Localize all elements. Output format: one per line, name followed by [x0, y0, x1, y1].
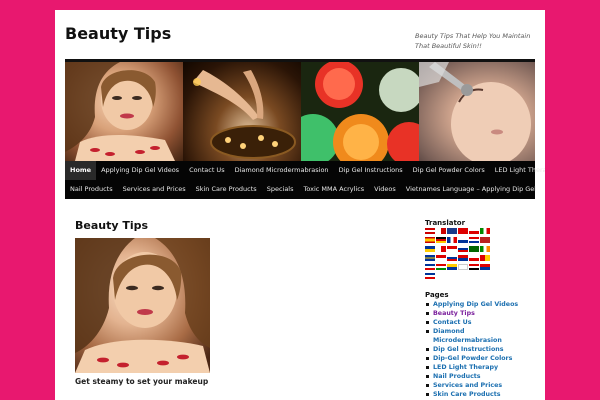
nav-item-dip-gel-instructions[interactable]: Dip Gel Instructions — [334, 161, 408, 180]
nav-item-contact-us[interactable]: Contact Us — [184, 161, 230, 180]
nav-item-vietnamese-dip-gel[interactable]: Vietnames Language – Applying Dip Gel — [401, 180, 541, 199]
flag-icon[interactable] — [447, 255, 457, 261]
flag-icon[interactable] — [436, 228, 446, 234]
flag-icon[interactable] — [480, 246, 490, 252]
flag-icon[interactable] — [425, 237, 435, 243]
nav-item-nail-products[interactable]: Nail Products — [65, 180, 118, 199]
page-link-dip-gel-powder-colors[interactable]: Dip-Gel Powder Colors — [426, 354, 533, 363]
post-title: Beauty Tips — [75, 219, 149, 232]
nav-item-services-and-prices[interactable]: Services and Prices — [118, 180, 191, 199]
post-caption: Get steamy to set your makeup — [75, 377, 209, 386]
page-link-services-and-prices[interactable]: Services and Prices — [426, 381, 533, 390]
nav-item-dip-gel-powder-colors[interactable]: Dip Gel Powder Colors — [408, 161, 490, 180]
banner-led-therapy — [301, 62, 419, 161]
banner-microdermabrasion — [419, 62, 535, 161]
nav-row-2: Nail Products Services and Prices Skin C… — [65, 180, 536, 199]
page-link-contact-us[interactable]: Contact Us — [426, 318, 533, 327]
banner-woman-portrait — [65, 62, 183, 161]
page-container: Beauty Tips Beauty Tips That Help You Ma… — [55, 10, 545, 400]
nav-item-applying-dip-gel-videos[interactable]: Applying Dip Gel Videos — [96, 161, 184, 180]
flag-icon[interactable] — [480, 237, 490, 243]
flag-icon[interactable] — [447, 228, 457, 234]
flag-icon[interactable] — [425, 246, 435, 252]
flag-icon[interactable] — [425, 264, 435, 270]
flag-icon[interactable] — [469, 255, 479, 261]
page-link-skin-care-products[interactable]: Skin Care Products — [426, 390, 533, 399]
flag-icon[interactable] — [425, 228, 435, 234]
flag-icon[interactable] — [425, 273, 435, 279]
page-link-dip-gel-instructions[interactable]: Dip Gel Instructions — [426, 345, 533, 354]
flag-icon[interactable] — [480, 264, 490, 270]
banner-spa-candles — [183, 62, 301, 161]
page-link-applying-dip-gel-videos[interactable]: Applying Dip Gel Videos — [426, 300, 533, 309]
page-link-beauty-tips[interactable]: Beauty Tips — [426, 309, 533, 318]
nav-item-home[interactable]: Home — [65, 161, 97, 180]
translator-widget-title: Translator — [425, 219, 466, 227]
flag-icon[interactable] — [469, 237, 479, 243]
flag-icon[interactable] — [436, 264, 446, 270]
nav-item-diamond-microdermabrasion[interactable]: Diamond Microdermabrasion — [230, 161, 334, 180]
flag-icon[interactable] — [436, 255, 446, 261]
flag-icon[interactable] — [447, 246, 457, 252]
nav-item-led-light-therapy[interactable]: LED Light Therapy — [490, 161, 545, 180]
post-featured-image[interactable] — [75, 238, 210, 373]
nav-item-videos[interactable]: Videos — [369, 180, 401, 199]
flag-icon[interactable] — [469, 264, 479, 270]
flag-icon[interactable] — [436, 237, 446, 243]
flag-icon[interactable] — [436, 246, 446, 252]
main-navigation: Home Applying Dip Gel Videos Contact Us … — [65, 161, 545, 199]
pages-widget-title: Pages — [425, 291, 449, 299]
flag-icon[interactable] — [458, 228, 468, 234]
flag-icon[interactable] — [425, 255, 435, 261]
page-link-nail-products[interactable]: Nail Products — [426, 372, 533, 381]
flag-icon[interactable] — [469, 246, 479, 252]
flag-icon[interactable] — [480, 228, 490, 234]
nav-item-skin-care-products[interactable]: Skin Care Products — [191, 180, 262, 199]
nav-row-1: Home Applying Dip Gel Videos Contact Us … — [65, 161, 545, 180]
page-link-led-light-therapy[interactable]: LED Light Therapy — [426, 363, 533, 372]
flag-icon[interactable] — [447, 264, 457, 270]
flag-icon[interactable] — [447, 237, 457, 243]
nav-item-toxic-mma-acrylics[interactable]: Toxic MMA Acrylics — [299, 180, 370, 199]
flag-icon[interactable] — [469, 228, 479, 234]
flag-icon[interactable] — [458, 264, 468, 270]
flag-icon[interactable] — [458, 237, 468, 243]
pages-list: Applying Dip Gel Videos Beauty Tips Cont… — [426, 300, 533, 399]
page-link-diamond-microdermabrasion[interactable]: Diamond Microdermabrasion — [426, 327, 533, 345]
translator-flags — [425, 228, 491, 280]
site-title[interactable]: Beauty Tips — [65, 24, 171, 43]
nav-item-specials[interactable]: Specials — [262, 180, 299, 199]
flag-icon[interactable] — [480, 255, 490, 261]
flag-icon[interactable] — [458, 246, 468, 252]
header-banner[interactable] — [65, 62, 535, 161]
flag-icon[interactable] — [458, 255, 468, 261]
site-tagline: Beauty Tips That Help You Maintain That … — [415, 32, 531, 50]
